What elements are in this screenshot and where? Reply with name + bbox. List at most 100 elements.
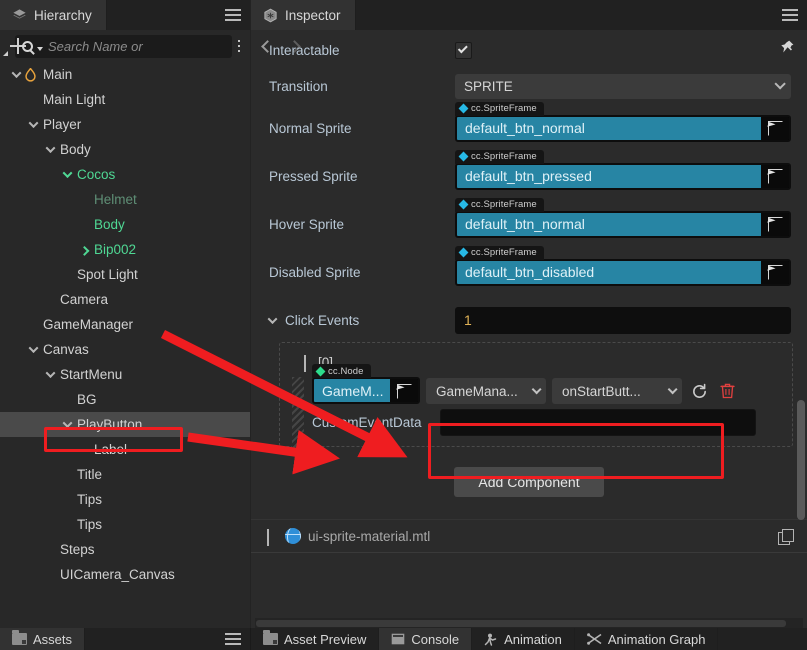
hierarchy-node-label: Canvas — [43, 342, 89, 357]
inspector-cube-icon — [263, 8, 278, 23]
hierarchy-node-helmet[interactable]: Helmet — [0, 187, 250, 212]
spriteframe-type-diamond-icon — [458, 103, 469, 114]
hierarchy-node-gamemanager[interactable]: GameManager — [0, 312, 250, 337]
add-node-button[interactable] — [3, 35, 26, 57]
inspector-horizontal-scrollbar-thumb[interactable] — [256, 620, 786, 627]
inspector-horizontal-scrollbar[interactable] — [255, 618, 803, 628]
select-asset-icon[interactable] — [761, 164, 789, 188]
bottom-left-filler — [85, 628, 250, 650]
hierarchy-node-cocos[interactable]: Cocos — [0, 162, 250, 187]
tab-inspector-label: Inspector — [285, 7, 341, 23]
click-event-component-value: GameMana... — [436, 383, 518, 399]
bottom-tab-label: Console — [411, 631, 460, 647]
trash-icon[interactable] — [716, 378, 738, 404]
check-icon — [457, 42, 468, 53]
hierarchy-tree: Main Main Light Player Body Cocos Helmet Body B… — [0, 62, 250, 587]
hierarchy-node-main-light[interactable]: Main Light — [0, 87, 250, 112]
select-asset-icon[interactable] — [761, 260, 789, 284]
search-dropdown-caret-icon[interactable] — [37, 46, 43, 51]
sprite-field-control: cc.SpriteFrame default_btn_normal — [455, 101, 807, 142]
click-events-fold-button[interactable] — [267, 313, 285, 324]
inspector-menu-button[interactable] — [781, 0, 807, 30]
hierarchy-node-playbutton[interactable]: PlayButton — [0, 412, 250, 437]
hierarchy-node-label: Main — [43, 67, 73, 82]
chevron-down-icon[interactable] — [25, 337, 41, 362]
custom-event-data-row: CustomEventData — [312, 409, 784, 436]
search-field-wrapper[interactable] — [15, 34, 232, 58]
hierarchy-node-title[interactable]: Title — [0, 462, 250, 487]
chevron-right-icon[interactable] — [76, 237, 92, 262]
copy-icon[interactable] — [778, 528, 794, 545]
sprite-asset-value[interactable]: default_btn_disabled — [457, 260, 761, 284]
hierarchy-node-player[interactable]: Player — [0, 112, 250, 137]
select-asset-icon[interactable] — [761, 116, 789, 140]
hierarchy-node-body[interactable]: Body — [0, 137, 250, 162]
chevron-down-icon[interactable] — [59, 412, 75, 437]
bottom-tab-label: Animation — [504, 631, 562, 647]
transition-control: SPRITE — [455, 73, 807, 99]
hierarchy-node-label: Body — [60, 142, 91, 157]
hierarchy-toolbar — [0, 30, 250, 62]
click-events-count-input[interactable]: 1 — [455, 306, 791, 334]
interactable-label: Interactable — [269, 42, 340, 58]
bottom-tab-label: Animation Graph — [607, 631, 706, 647]
tab-inspector[interactable]: Inspector — [251, 0, 356, 30]
hierarchy-node-canvas[interactable]: Canvas — [0, 337, 250, 362]
material-fold-button[interactable] — [267, 528, 285, 546]
hierarchy-node-startmenu[interactable]: StartMenu — [0, 362, 250, 387]
tab-console[interactable]: Console — [379, 628, 473, 650]
hierarchy-node-bg[interactable]: BG — [0, 387, 250, 412]
tab-animation[interactable]: Animation — [472, 628, 575, 650]
hierarchy-node-label: BG — [77, 392, 97, 407]
chevron-down-icon[interactable] — [59, 162, 75, 187]
hierarchy-node-label: GameManager — [43, 317, 134, 332]
tab-assets[interactable]: Assets — [0, 628, 86, 650]
click-event-target-type-badge: cc.Node — [312, 364, 371, 378]
sprite-asset-value[interactable]: default_btn_normal — [457, 116, 761, 140]
drag-handle-icon[interactable] — [292, 377, 304, 449]
hierarchy-options-button[interactable] — [238, 40, 243, 52]
interactable-checkbox[interactable] — [455, 41, 472, 59]
click-event-entry: cc.Node GameM... GameMana... onStartButt… — [286, 364, 784, 449]
sprite-asset-value[interactable]: default_btn_normal — [457, 212, 761, 236]
tab-hierarchy[interactable]: Hierarchy — [0, 0, 107, 30]
hierarchy-node-bip002[interactable]: Bip002 — [0, 237, 250, 262]
hierarchy-node-camera[interactable]: Camera — [0, 287, 250, 312]
hierarchy-node-tips[interactable]: Tips — [0, 487, 250, 512]
click-event-component-select[interactable]: GameMana... — [426, 378, 546, 404]
select-asset-icon[interactable] — [390, 379, 418, 402]
transition-select[interactable]: SPRITE — [455, 73, 791, 99]
tab-animation-graph[interactable]: Animation Graph — [574, 628, 719, 650]
inspector-scrollbar-thumb[interactable] — [797, 400, 805, 520]
hierarchy-node-tips[interactable]: Tips — [0, 512, 250, 537]
hierarchy-node-label[interactable]: Label — [0, 437, 250, 462]
click-event-target-line: cc.Node GameM... GameMana... onStartButt… — [312, 364, 784, 404]
sprite-field-control: cc.SpriteFrame default_btn_normal — [455, 197, 807, 238]
inspector-scrollbar[interactable] — [797, 60, 805, 590]
chevron-down-icon[interactable] — [42, 362, 58, 387]
search-input[interactable] — [48, 38, 226, 54]
chevron-down-icon[interactable] — [8, 62, 24, 87]
refresh-icon[interactable] — [688, 378, 710, 404]
sprite-field-control: cc.SpriteFrame default_btn_disabled — [455, 245, 807, 286]
sprite-asset-value[interactable]: default_btn_pressed — [457, 164, 761, 188]
custom-event-data-input[interactable] — [440, 409, 756, 436]
hierarchy-node-main[interactable]: Main — [0, 62, 250, 87]
material-asset-row[interactable]: ui-sprite-material.mtl — [251, 519, 807, 553]
add-component-button[interactable]: Add Component — [454, 467, 604, 497]
spriteframe-type-diamond-icon — [458, 247, 469, 258]
select-asset-icon[interactable] — [761, 212, 789, 236]
hierarchy-node-body[interactable]: Body — [0, 212, 250, 237]
hierarchy-menu-button[interactable] — [224, 0, 250, 30]
hierarchy-node-label: Tips — [77, 492, 103, 507]
chevron-down-icon[interactable] — [42, 137, 58, 162]
tab-asset-preview[interactable]: Asset Preview — [251, 628, 380, 650]
hierarchy-node-label: Body — [94, 217, 125, 232]
hierarchy-node-steps[interactable]: Steps — [0, 537, 250, 562]
assets-menu-button[interactable] — [224, 633, 250, 645]
hierarchy-node-uicamera-canvas[interactable]: UICamera_Canvas — [0, 562, 250, 587]
chevron-down-icon[interactable] — [25, 112, 41, 137]
hierarchy-node-spot-light[interactable]: Spot Light — [0, 262, 250, 287]
click-event-target-value[interactable]: GameM... — [314, 379, 390, 402]
click-event-handler-select[interactable]: onStartButt... — [552, 378, 682, 404]
